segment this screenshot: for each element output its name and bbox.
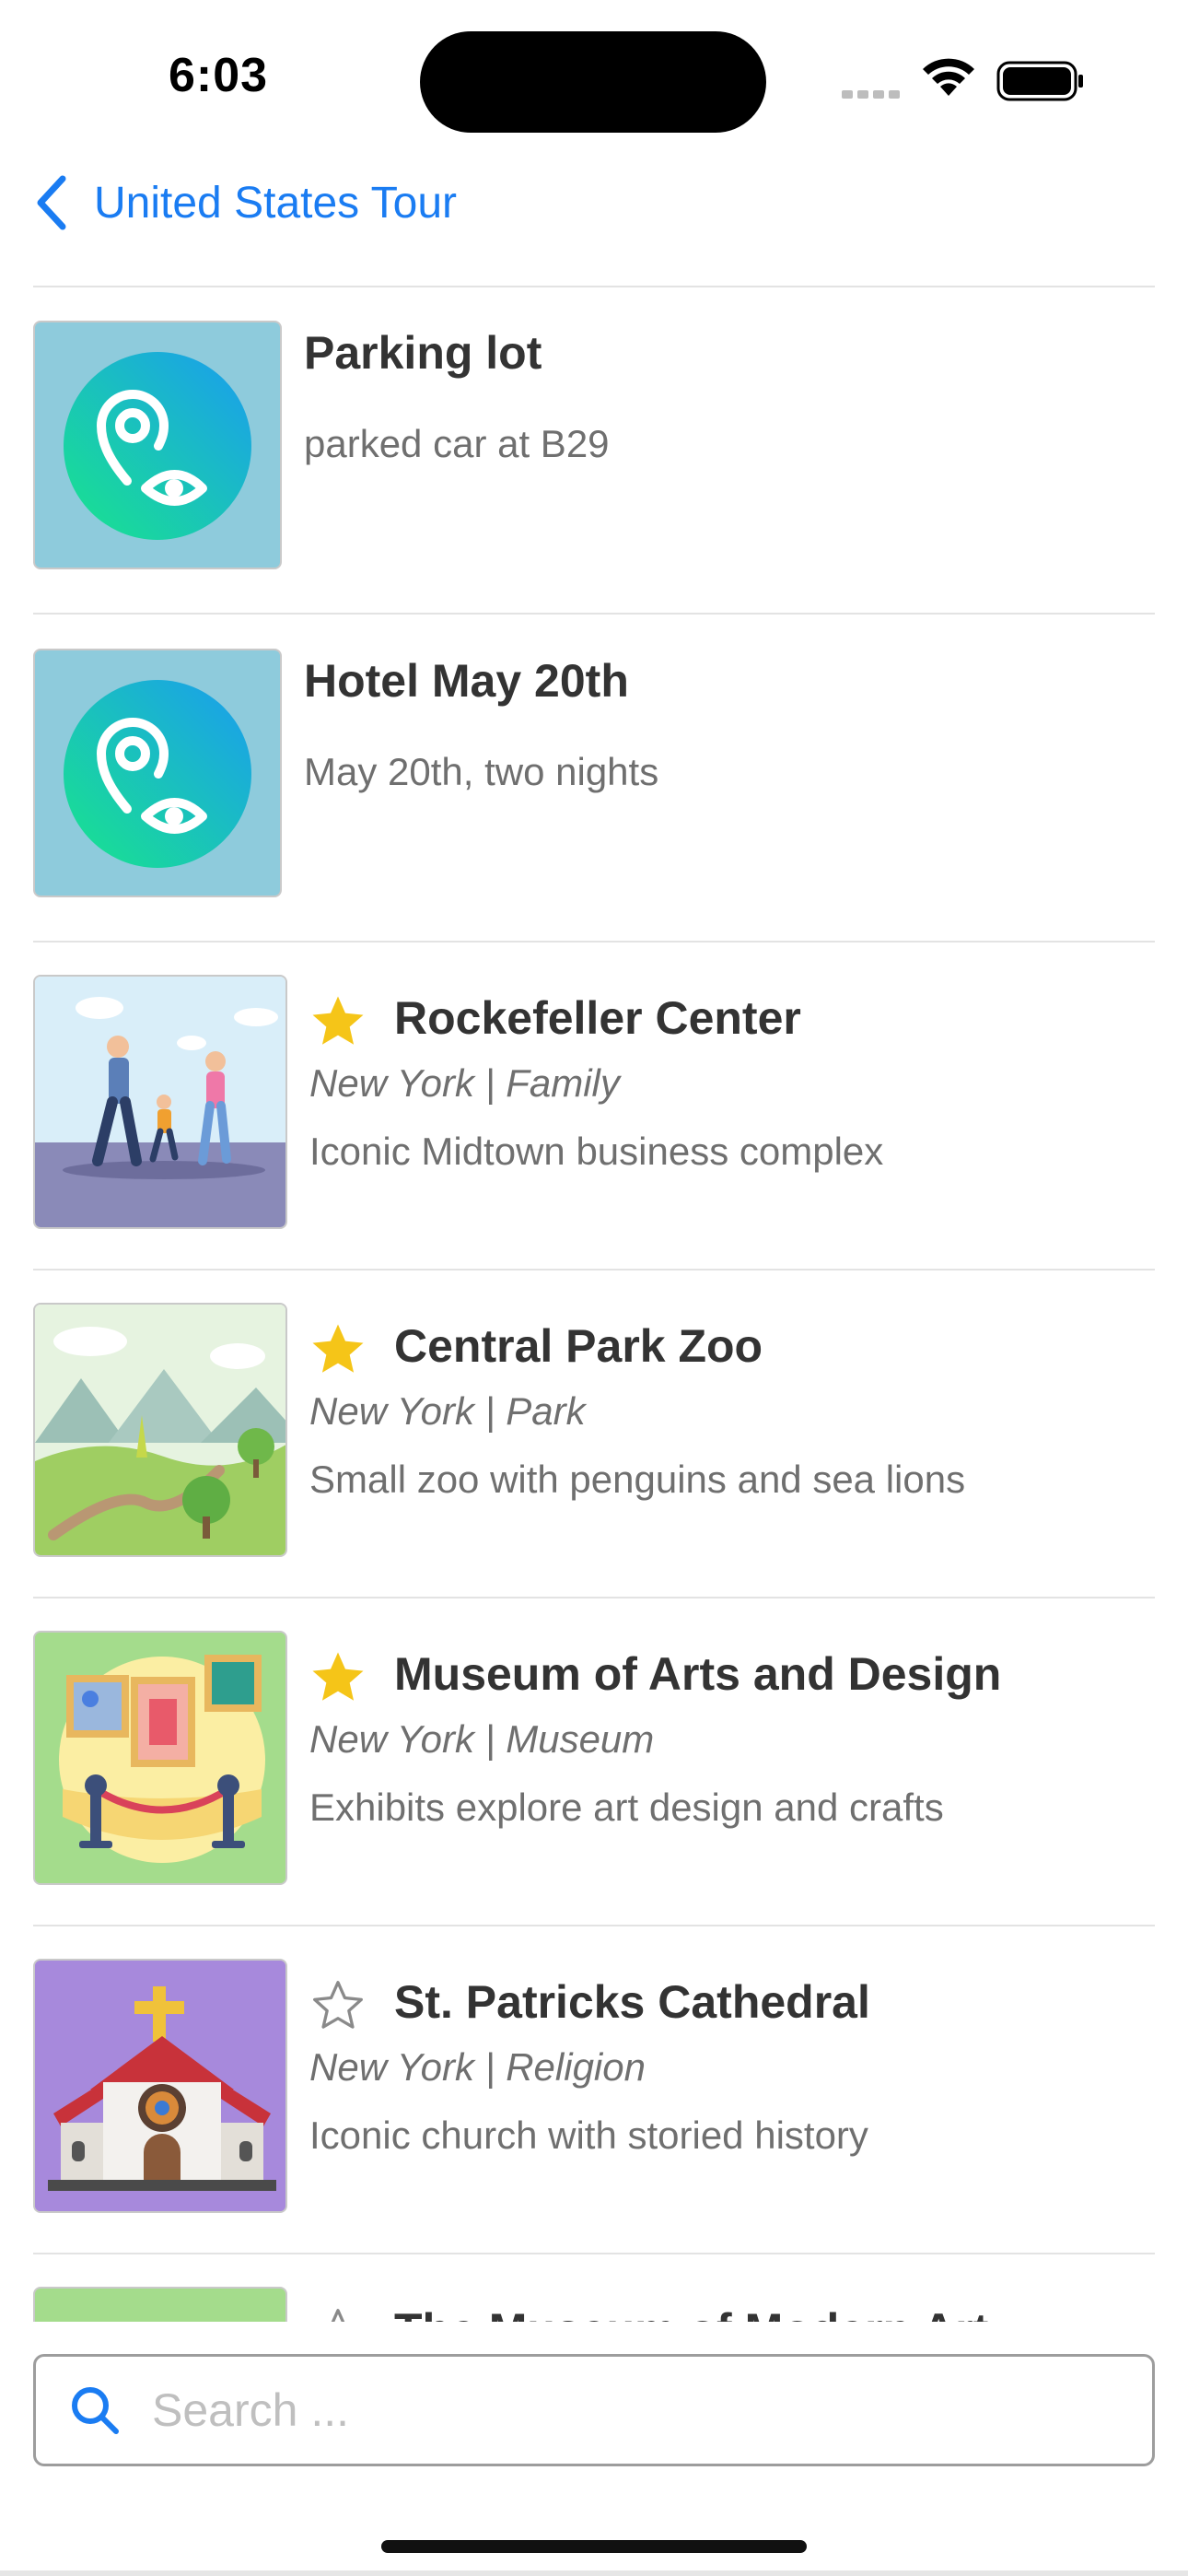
item-title: The Museum of Modern Art [394, 2303, 988, 2322]
wifi-icon [923, 58, 974, 96]
list-item[interactable]: Museum of Arts and Design New York | Mus… [0, 1598, 1188, 1926]
item-description: Iconic church with storied history [309, 2113, 868, 2157]
item-subtitle: New York | Park [309, 1389, 586, 1433]
item-subtitle: New York | Family [309, 1061, 620, 1105]
back-button[interactable]: United States Tour [33, 175, 457, 230]
item-description: Small zoo with penguins and sea lions [309, 1458, 966, 1501]
home-indicator[interactable] [381, 2540, 807, 2553]
place-image [33, 2287, 287, 2322]
item-title: Parking lot [304, 327, 542, 379]
park-landscape-image [33, 1303, 287, 1557]
item-subtitle: New York | Religion [309, 2045, 646, 2089]
favorite-star-icon[interactable] [308, 1319, 368, 1380]
status-time: 6:03 [169, 49, 269, 102]
favorite-star-outline-icon[interactable] [308, 2303, 368, 2322]
dynamic-island [420, 31, 766, 133]
battery-icon [996, 61, 1083, 101]
church-image [33, 1959, 287, 2213]
chevron-left-icon [37, 175, 66, 230]
item-title: St. Patricks Cathedral [394, 1976, 870, 2028]
list-item[interactable]: Central Park Zoo New York | Park Small z… [0, 1270, 1188, 1598]
item-subtitle: New York | Museum [309, 1717, 655, 1761]
bottom-edge [0, 2570, 1188, 2576]
item-title: Hotel May 20th [304, 655, 629, 707]
item-description: parked car at B29 [304, 422, 610, 465]
item-title: Central Park Zoo [394, 1320, 763, 1372]
family-walking-image [33, 975, 287, 1229]
list-item[interactable]: Hotel May 20th May 20th, two nights [0, 614, 1188, 943]
list-item[interactable]: Rockefeller Center New York | Family Ico… [0, 942, 1188, 1270]
list-item[interactable]: St. Patricks Cathedral New York | Religi… [0, 1926, 1188, 2254]
list-item[interactable]: The Museum of Modern Art [0, 2254, 1188, 2322]
item-description: Exhibits explore art design and crafts [309, 1786, 944, 1829]
item-title: Rockefeller Center [394, 992, 801, 1044]
back-button-label: United States Tour [94, 178, 458, 228]
places-list[interactable]: Parking lot parked car at B29 Hotel May … [0, 286, 1188, 2322]
favorite-star-icon[interactable] [308, 1647, 368, 1708]
location-eye-icon [33, 649, 282, 897]
favorite-star-outline-icon[interactable] [308, 1975, 368, 2036]
location-eye-icon [33, 321, 282, 569]
list-item[interactable]: Parking lot parked car at B29 [0, 286, 1188, 615]
search-bar[interactable] [33, 2354, 1155, 2466]
museum-gallery-image [33, 1631, 287, 1885]
item-description: May 20th, two nights [304, 750, 659, 793]
item-description: Iconic Midtown business complex [309, 1130, 884, 1173]
item-title: Museum of Arts and Design [394, 1648, 1002, 1700]
search-input[interactable] [150, 2383, 1075, 2438]
search-icon [72, 2387, 119, 2434]
cellular-signal-icon [842, 87, 904, 103]
favorite-star-icon[interactable] [308, 991, 368, 1052]
